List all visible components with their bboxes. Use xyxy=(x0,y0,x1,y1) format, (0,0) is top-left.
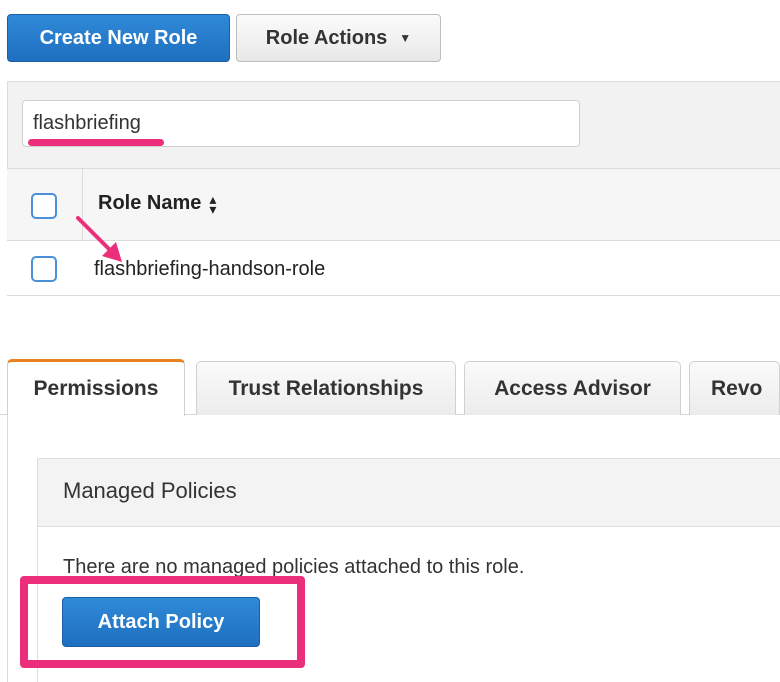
tab-revo-label: Revo xyxy=(711,376,763,400)
tab-trust-relationships-label: Trust Relationships xyxy=(228,376,424,400)
caret-down-icon: ▼ xyxy=(399,31,412,45)
annotation-arrow xyxy=(76,216,122,262)
create-new-role-label: Create New Role xyxy=(39,26,198,49)
highlight-box-annotation xyxy=(20,576,305,668)
panel-border xyxy=(7,415,8,682)
create-new-role-button[interactable]: Create New Role xyxy=(7,14,230,62)
tab-permissions-label: Permissions xyxy=(33,377,159,400)
managed-policies-title: Managed Policies xyxy=(63,478,237,503)
select-all-checkbox[interactable] xyxy=(31,193,57,219)
sort-icon[interactable]: ▴ ▾ xyxy=(209,192,216,216)
role-actions-button[interactable]: Role Actions ▼ xyxy=(236,14,441,62)
tab-trust-relationships[interactable]: Trust Relationships xyxy=(196,361,456,415)
tab-permissions[interactable]: Permissions xyxy=(7,359,185,416)
role-name-column-label: Role Name xyxy=(98,192,202,214)
role-name-column-header[interactable]: Role Name ▴ ▾ xyxy=(98,192,216,216)
role-actions-label: Role Actions xyxy=(265,26,388,49)
tab-access-advisor-label: Access Advisor xyxy=(494,376,651,400)
search-input-value: flashbriefing xyxy=(33,112,141,134)
underline-annotation xyxy=(28,139,164,146)
tab-access-advisor[interactable]: Access Advisor xyxy=(464,361,681,415)
tab-revo[interactable]: Revo xyxy=(689,361,780,415)
row-checkbox[interactable] xyxy=(31,256,57,282)
